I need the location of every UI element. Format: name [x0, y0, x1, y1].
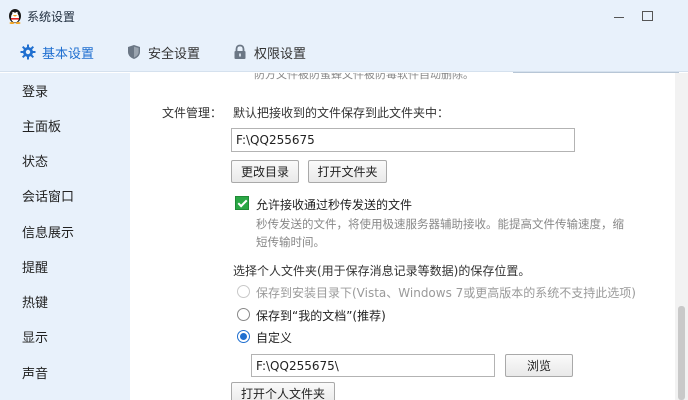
- sidebar-item-login[interactable]: 登录: [22, 83, 48, 103]
- shield-icon: [126, 44, 142, 60]
- tab-security-settings-label: 安全设置: [148, 46, 201, 62]
- change-directory-button[interactable]: 更改目录: [231, 160, 299, 183]
- radio-my-documents[interactable]: [237, 308, 250, 321]
- radio-install-dir-label: 保存到安装目录下(Vista、Windows 7或更高版本的系统不支持此选项): [256, 286, 636, 300]
- sidebar-item-reminder[interactable]: 提醒: [22, 259, 48, 279]
- gear-icon: [20, 44, 36, 60]
- vertical-scrollbar[interactable]: [675, 73, 688, 400]
- radio-custom[interactable]: [237, 330, 250, 343]
- default-save-description: 默认把接收到的文件保存到此文件夹中：: [233, 106, 450, 120]
- tab-basic-settings[interactable]: 基本设置: [20, 32, 94, 72]
- fast-transfer-description: 秒传发送的文件，将使用极速服务器辅助接收。能提高文件传输速度，缩短传输时间。: [256, 217, 624, 249]
- receive-folder-path-input[interactable]: [231, 128, 575, 152]
- scrollbar-thumb[interactable]: [678, 306, 685, 400]
- sidebar-item-info-display[interactable]: 信息展示: [22, 224, 74, 244]
- tab-permission-settings-label: 权限设置: [254, 46, 307, 62]
- radio-install-dir: [237, 285, 250, 298]
- sidebar-item-chat-window[interactable]: 会话窗口: [22, 188, 74, 208]
- tab-bar: 基本设置 安全设置 权限设置: [0, 32, 688, 95]
- sidebar-item-status[interactable]: 状态: [22, 153, 48, 173]
- browse-button[interactable]: 浏览: [505, 354, 573, 377]
- settings-content: 防方文件被防蜜蜂文件被防毒软件自动删除。 文件管理： 默认把接收到的文件保存到此…: [130, 73, 675, 400]
- tab-security-settings[interactable]: 安全设置: [126, 32, 200, 72]
- sidebar-item-hotkeys[interactable]: 热键: [22, 294, 48, 314]
- allow-fast-transfer-label[interactable]: 允许接收通过秒传发送的文件: [256, 196, 412, 213]
- tab-basic-settings-label: 基本设置: [42, 46, 95, 62]
- window-title: 系统设置: [27, 10, 76, 24]
- open-personal-folder-button[interactable]: 打开个人文件夹: [231, 382, 335, 400]
- sidebar: 登录 主面板 状态 会话窗口 信息展示 提醒 热键 显示 声音: [0, 73, 130, 400]
- tab-permission-settings[interactable]: 权限设置: [232, 32, 306, 72]
- sidebar-item-main-panel[interactable]: 主面板: [22, 118, 61, 138]
- sidebar-item-sound[interactable]: 声音: [22, 365, 48, 385]
- lock-icon: [232, 44, 248, 60]
- file-management-label: 文件管理：: [162, 106, 223, 120]
- radio-my-documents-label[interactable]: 保存到“我的文档”(推荐): [256, 307, 386, 324]
- personal-folder-location-label: 选择个人文件夹(用于保存消息记录等数据)的保存位置。: [233, 264, 531, 278]
- maximize-button[interactable]: [637, 6, 657, 26]
- sidebar-item-display[interactable]: 显示: [22, 329, 48, 349]
- open-folder-button[interactable]: 打开文件夹: [308, 160, 387, 183]
- custom-folder-path-input[interactable]: [251, 354, 495, 377]
- cut-off-description: 防方文件被防蜜蜂文件被防毒软件自动删除。: [254, 73, 474, 81]
- title-bar: 系统设置: [0, 0, 688, 32]
- allow-fast-transfer-checkbox[interactable]: [235, 196, 249, 210]
- qq-penguin-icon: [7, 7, 23, 24]
- minimize-button[interactable]: [609, 6, 629, 26]
- radio-custom-label[interactable]: 自定义: [256, 329, 292, 346]
